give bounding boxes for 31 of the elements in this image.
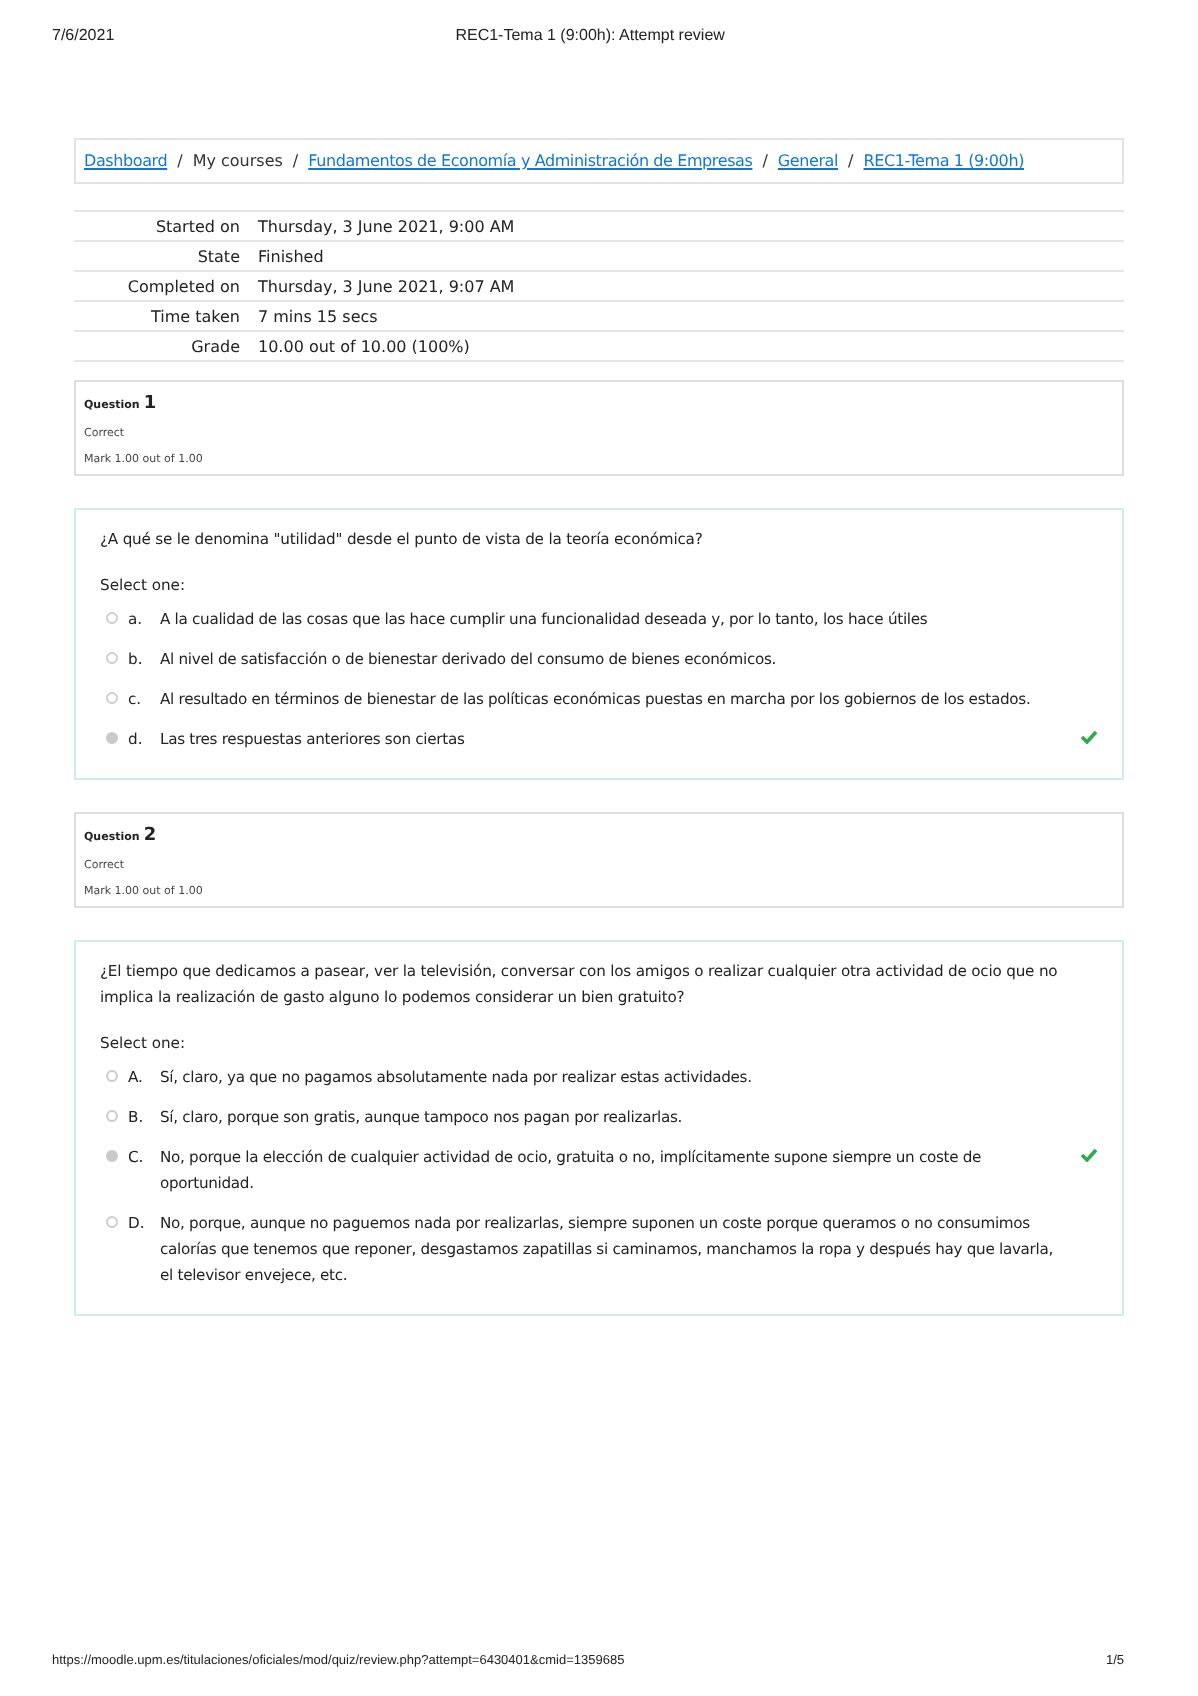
radio-button[interactable]: [106, 732, 118, 744]
summary-label: Started on: [153, 217, 242, 235]
breadcrumb-link[interactable]: REC1-Tema 1 (9:00h): [863, 152, 1024, 170]
breadcrumb-separator: /: [177, 152, 183, 170]
breadcrumb-link[interactable]: Fundamentos de Economía y Administración de Empresas: [308, 152, 753, 170]
radio-button[interactable]: [106, 1110, 118, 1122]
breadcrumb-text: My courses: [192, 152, 283, 170]
summary-value: 7 mins 15 secs: [258, 307, 378, 325]
print-title: REC1-Tema 1 (9:00h): Attempt review: [455, 26, 725, 44]
print-date: 7/6/2021: [52, 26, 115, 44]
breadcrumb-link[interactable]: General: [777, 152, 839, 170]
summary-label: State: [195, 247, 242, 265]
breadcrumb-separator: /: [762, 152, 768, 170]
breadcrumb-separator: /: [292, 152, 299, 170]
summary-value: Thursday, 3 June 2021, 9:00 AM: [258, 217, 515, 235]
radio-button[interactable]: [106, 1150, 118, 1162]
summary-label: Time taken: [149, 307, 242, 325]
breadcrumb-separator: /: [848, 152, 854, 170]
radio-button[interactable]: [106, 652, 118, 664]
radio-button[interactable]: [106, 1216, 118, 1228]
summary-label: Completed on: [125, 277, 242, 295]
radio-button[interactable]: [106, 692, 118, 704]
radio-button[interactable]: [106, 1070, 118, 1082]
summary-value: Finished: [258, 247, 324, 265]
summary-value: Thursday, 3 June 2021, 9:07 AM: [258, 277, 515, 295]
question-number: 2: [143, 826, 157, 846]
radio-button[interactable]: [106, 612, 118, 624]
breadcrumb-link[interactable]: Dashboard: [84, 152, 168, 170]
summary-value: 10.00 out of 10.00 (100%): [258, 337, 470, 355]
summary-label: Grade: [189, 337, 242, 355]
question-number: 1: [143, 394, 157, 414]
